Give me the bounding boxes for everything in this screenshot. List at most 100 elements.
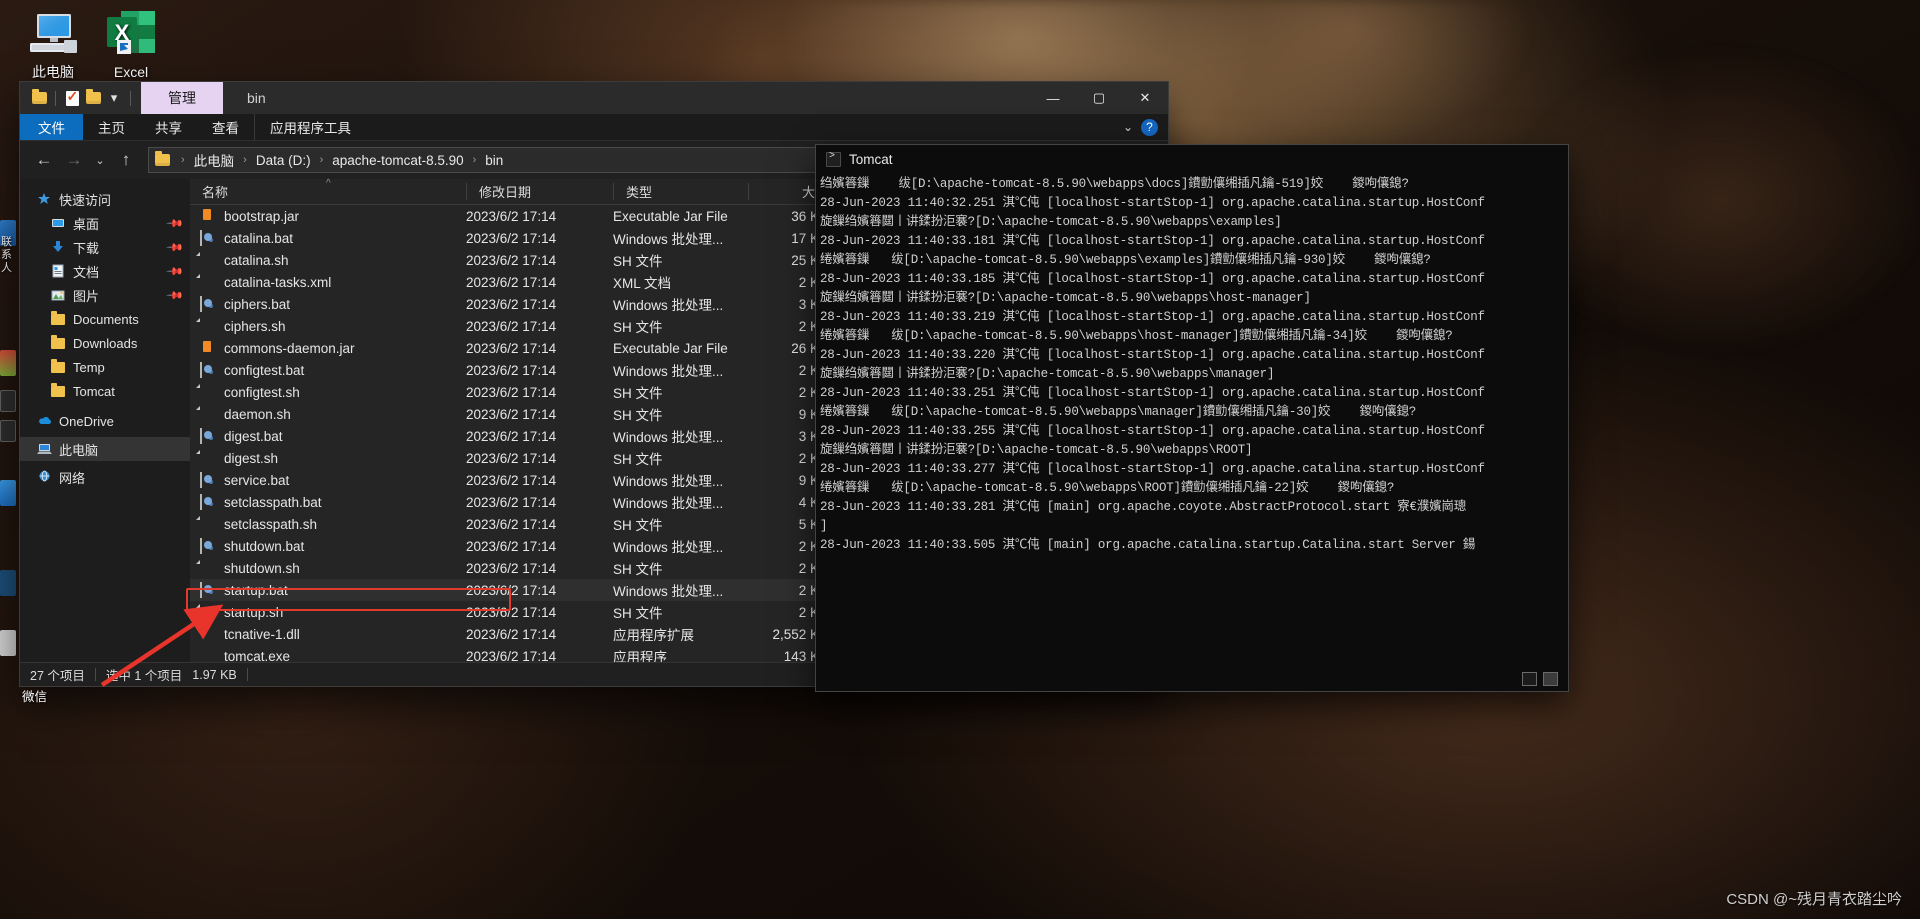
file-name-cell[interactable]: bootstrap.jar xyxy=(190,208,466,224)
desktop-icon xyxy=(50,215,66,231)
desktop-icon-label-partial: 联系人 xyxy=(1,236,12,274)
file-name-cell[interactable]: digest.bat xyxy=(190,428,466,444)
breadcrumb-item-this-pc[interactable]: 此电脑 xyxy=(192,149,237,171)
console-title-bar: Tomcat xyxy=(816,145,1568,173)
recent-locations-button[interactable]: ⌄ xyxy=(90,147,110,173)
pin-icon[interactable]: 📌 xyxy=(166,238,185,256)
sidebar-item-pictures-cn[interactable]: 图片 📌 xyxy=(20,283,190,307)
sidebar-item-downloads-cn[interactable]: 下载 📌 xyxy=(20,235,190,259)
sidebar-item-desktop[interactable]: 桌面 📌 xyxy=(20,211,190,235)
console-line: 28-Jun-2023 11:40:33.251 淇℃伅 [localhost-… xyxy=(820,386,1485,400)
sidebar-item-documents[interactable]: Documents xyxy=(20,307,190,331)
file-name-cell[interactable]: startup.sh xyxy=(190,604,466,620)
file-name-cell[interactable]: catalina-tasks.xml xyxy=(190,274,466,290)
column-header-type[interactable]: 类型 xyxy=(613,183,748,200)
sidebar-item-this-pc[interactable]: 此电脑 xyxy=(20,437,190,461)
file-name-cell[interactable]: commons-daemon.jar xyxy=(190,340,466,356)
pin-icon[interactable]: 📌 xyxy=(166,262,185,280)
sidebar-item-label: Downloads xyxy=(73,335,138,351)
pin-icon[interactable]: 📌 xyxy=(166,214,185,232)
tab-view[interactable]: 查看 xyxy=(197,114,254,140)
file-type-cell: Windows 批处理... xyxy=(613,584,724,599)
file-name-text: setclasspath.bat xyxy=(224,494,322,510)
breadcrumb-item-data-d[interactable]: Data (D:) xyxy=(254,152,313,169)
maximize-button[interactable]: ▢ xyxy=(1076,82,1122,114)
tab-application-tools[interactable]: 应用程序工具 xyxy=(254,114,366,140)
jar-icon xyxy=(200,208,216,224)
exe-icon xyxy=(200,648,216,662)
properties-checklist-icon[interactable] xyxy=(63,88,81,107)
file-name-cell[interactable]: service.bat xyxy=(190,472,466,488)
file-name-text: catalina.sh xyxy=(224,252,289,268)
tab-home[interactable]: 主页 xyxy=(83,114,140,140)
file-name-text: catalina-tasks.xml xyxy=(224,274,332,290)
file-name-cell[interactable]: setclasspath.bat xyxy=(190,494,466,510)
bat-icon xyxy=(200,296,216,312)
breadcrumb-item-bin[interactable]: bin xyxy=(483,152,505,169)
file-name-cell[interactable]: daemon.sh xyxy=(190,406,466,422)
file-name-cell[interactable]: setclasspath.sh xyxy=(190,516,466,532)
file-name-cell[interactable]: ciphers.bat xyxy=(190,296,466,312)
column-header-date[interactable]: 修改日期 xyxy=(466,183,613,200)
desktop-icon-excel[interactable]: X Excel xyxy=(86,6,176,81)
sidebar-item-quick-access[interactable]: 快速访问 xyxy=(20,187,190,211)
file-name-cell[interactable]: shutdown.sh xyxy=(190,560,466,576)
documents-icon xyxy=(50,263,66,279)
excel-icon: X xyxy=(86,6,176,58)
chevron-down-icon[interactable]: ▾ xyxy=(105,89,123,107)
file-name-cell[interactable]: digest.sh xyxy=(190,450,466,466)
dll-icon xyxy=(200,626,216,642)
console-output[interactable]: 绉嬪簭鏁 绂[D:\apache-tomcat-8.5.90\webapps\d… xyxy=(816,173,1568,667)
forward-button[interactable]: → xyxy=(60,147,88,173)
folder-icon[interactable] xyxy=(30,89,48,107)
sidebar-item-downloads[interactable]: Downloads xyxy=(20,331,190,355)
file-date-cell: 2023/6/2 17:14 xyxy=(466,450,557,466)
explorer-title-bar: ▾ 管理 bin — ▢ ✕ xyxy=(20,82,1168,114)
desktop-icon-this-pc[interactable]: 此电脑 xyxy=(8,6,98,81)
chevron-down-icon[interactable]: ⌄ xyxy=(1123,120,1133,134)
sidebar-item-label: OneDrive xyxy=(59,413,114,429)
breadcrumb-item-apache-tomcat[interactable]: apache-tomcat-8.5.90 xyxy=(330,152,465,169)
file-name-cell[interactable]: configtest.bat xyxy=(190,362,466,378)
file-name-cell[interactable]: catalina.bat xyxy=(190,230,466,246)
sort-ascending-icon: ^ xyxy=(326,178,331,189)
file-type-cell: SH 文件 xyxy=(613,408,663,423)
sidebar-item-label: 下载 xyxy=(73,240,100,256)
back-button[interactable]: ← xyxy=(30,147,58,173)
folder-icon xyxy=(50,358,66,375)
ribbon-tab-bar: 文件 主页 共享 查看 应用程序工具 ⌄ ? xyxy=(20,114,1168,141)
sidebar-item-onedrive[interactable]: OneDrive xyxy=(20,409,190,433)
bat-icon xyxy=(200,582,216,598)
file-name-cell[interactable]: ciphers.sh xyxy=(190,318,466,334)
file-name-text: shutdown.bat xyxy=(224,538,305,554)
quick-access-toolbar: ▾ xyxy=(20,82,135,114)
doc-icon xyxy=(200,384,216,400)
file-name-text: daemon.sh xyxy=(224,406,291,422)
bat-icon xyxy=(200,538,216,554)
pin-icon[interactable]: 📌 xyxy=(166,286,185,304)
file-date-cell: 2023/6/2 17:14 xyxy=(466,472,557,488)
file-name-cell[interactable]: startup.bat xyxy=(190,582,466,598)
file-name-cell[interactable]: tcnative-1.dll xyxy=(190,626,466,642)
file-name-cell[interactable]: configtest.sh xyxy=(190,384,466,400)
help-icon[interactable]: ? xyxy=(1141,118,1158,136)
contextual-tab-manage[interactable]: 管理 xyxy=(141,82,223,114)
file-type-cell: 应用程序扩展 xyxy=(613,628,694,643)
status-divider xyxy=(94,668,96,681)
sidebar-item-temp[interactable]: Temp xyxy=(20,355,190,379)
file-date-cell: 2023/6/2 17:14 xyxy=(466,538,557,554)
tomcat-console-window: Tomcat 绉嬪簭鏁 绂[D:\apache-tomcat-8.5.90\we… xyxy=(816,145,1568,691)
tab-file[interactable]: 文件 xyxy=(20,114,83,140)
sidebar-item-network[interactable]: 网络 xyxy=(20,465,190,489)
minimize-button[interactable]: — xyxy=(1030,82,1076,114)
file-name-cell[interactable]: shutdown.bat xyxy=(190,538,466,554)
sidebar-item-tomcat[interactable]: Tomcat xyxy=(20,379,190,403)
tab-share[interactable]: 共享 xyxy=(140,114,197,140)
file-name-cell[interactable]: catalina.sh xyxy=(190,252,466,268)
new-folder-icon[interactable] xyxy=(84,89,102,107)
close-button[interactable]: ✕ xyxy=(1122,82,1168,114)
sidebar-item-label: Documents xyxy=(73,311,139,327)
up-button[interactable]: ↑ xyxy=(112,147,140,173)
file-name-cell[interactable]: tomcat.exe xyxy=(190,648,466,663)
sidebar-item-documents-cn[interactable]: 文档 📌 xyxy=(20,259,190,283)
